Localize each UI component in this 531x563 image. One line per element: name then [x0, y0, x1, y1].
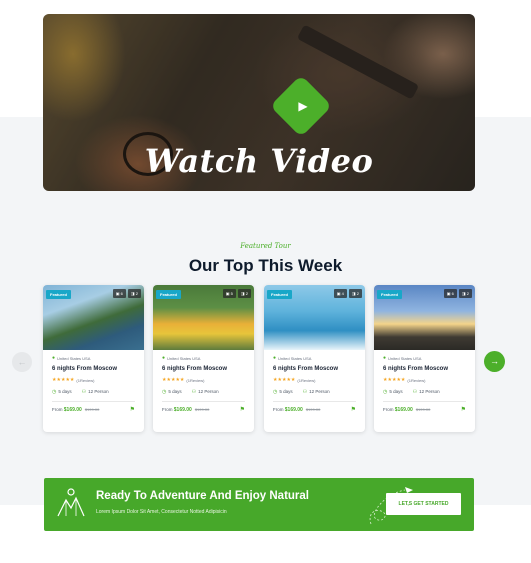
bookmark-icon[interactable]: ⚑: [130, 406, 135, 413]
location-pin-icon: ●: [162, 355, 166, 361]
section-subtitle: Featured Tour: [240, 242, 291, 250]
tour-title[interactable]: 6 nights From Moscow: [383, 366, 466, 372]
video-count: ◨ 2: [127, 289, 141, 298]
star-rating-icon: ★★★★★: [273, 377, 296, 383]
tour-rating: ★★★★★ (1Review): [52, 377, 95, 383]
carousel-next-button[interactable]: →: [484, 351, 505, 372]
person-icon: ⚇: [81, 389, 87, 395]
play-icon[interactable]: ▶: [293, 96, 313, 116]
media-counts: ▣ 6 ◨ 2: [112, 289, 141, 298]
photo-count: ▣ 4: [333, 289, 347, 298]
tour-card[interactable]: Featured ▣ 6 ◨ 2 ● United States USA 6 ni…: [374, 285, 475, 432]
mountain-icon: [57, 488, 85, 517]
tour-old-price: $199.00: [305, 406, 321, 412]
tour-image[interactable]: Featured ▣ 6 ◨ 2: [43, 285, 144, 350]
person-icon: ⚇: [191, 389, 197, 395]
tour-rating: ★★★★★ (1Review): [383, 377, 426, 383]
tour-meta: ◷ 5 days ⚇ 12 Person: [52, 389, 109, 395]
tour-location: ● United States USA: [162, 355, 201, 361]
page: ▶ Watch Video Featured Tour Our Top This…: [0, 0, 531, 563]
bookmark-icon[interactable]: ⚑: [240, 406, 245, 413]
video-count: ◨ 2: [348, 289, 362, 298]
card-divider: [383, 401, 466, 402]
price-row: From $169.00 $199.00 ⚑: [52, 406, 135, 414]
photo-count: ▣ 5: [222, 289, 236, 298]
clock-icon: ◷: [52, 389, 57, 395]
video-count: ◨ 2: [237, 289, 251, 298]
star-rating-icon: ★★★★★: [162, 377, 185, 383]
person-icon: ⚇: [302, 389, 308, 395]
tour-card[interactable]: Featured ▣ 4 ◨ 2 ● United States USA 6 ni…: [264, 285, 365, 432]
photo-count: ▣ 6: [443, 289, 457, 298]
location-pin-icon: ●: [273, 355, 277, 361]
video-banner[interactable]: ▶ Watch Video: [43, 14, 475, 191]
tour-image[interactable]: Featured ▣ 5 ◨ 2: [153, 285, 254, 350]
tour-card[interactable]: Featured ▣ 6 ◨ 2 ● United States USA 6 ni…: [43, 285, 144, 432]
cta-subtitle: Lorem Ipsum Dolor Sit Amet, Consectetur …: [96, 509, 227, 515]
featured-badge: Featured: [46, 290, 71, 299]
card-divider: [162, 401, 245, 402]
tour-location: ● United States USA: [52, 355, 91, 361]
cta-title: Ready To Adventure And Enjoy Natural: [96, 490, 309, 502]
media-counts: ▣ 6 ◨ 2: [443, 289, 472, 298]
bookmark-icon[interactable]: ⚑: [351, 406, 356, 413]
tour-meta: ◷ 5 days ⚇ 12 Person: [162, 389, 219, 395]
featured-badge: Featured: [377, 290, 402, 299]
person-icon: ⚇: [412, 389, 418, 395]
tour-title[interactable]: 6 nights From Moscow: [273, 366, 356, 372]
photo-count: ▣ 6: [112, 289, 126, 298]
tour-rating: ★★★★★ (1Review): [162, 377, 205, 383]
tour-price: $169.00: [63, 406, 82, 413]
tour-card[interactable]: Featured ▣ 5 ◨ 2 ● United States USA 6 ni…: [153, 285, 254, 432]
tour-price: $169.00: [284, 406, 303, 413]
media-counts: ▣ 5 ◨ 2: [222, 289, 251, 298]
clock-icon: ◷: [273, 389, 278, 395]
tour-image[interactable]: Featured ▣ 4 ◨ 2: [264, 285, 365, 350]
tour-location: ● United States USA: [383, 355, 422, 361]
tour-title[interactable]: 6 nights From Moscow: [52, 366, 135, 372]
location-pin-icon: ●: [383, 355, 387, 361]
media-counts: ▣ 4 ◨ 2: [333, 289, 362, 298]
clock-icon: ◷: [162, 389, 167, 395]
featured-badge: Featured: [156, 290, 181, 299]
cta-banner: Ready To Adventure And Enjoy Natural Lor…: [44, 478, 474, 531]
tour-location: ● United States USA: [273, 355, 312, 361]
tour-price: $169.00: [173, 406, 192, 413]
tour-old-price: $199.00: [194, 406, 210, 412]
tour-old-price: $199.00: [415, 406, 431, 412]
card-divider: [273, 401, 356, 402]
location-pin-icon: ●: [52, 355, 56, 361]
tour-image[interactable]: Featured ▣ 6 ◨ 2: [374, 285, 475, 350]
card-divider: [52, 401, 135, 402]
tour-title[interactable]: 6 nights From Moscow: [162, 366, 245, 372]
tour-old-price: $199.00: [84, 406, 100, 412]
star-rating-icon: ★★★★★: [52, 377, 75, 383]
star-rating-icon: ★★★★★: [383, 377, 406, 383]
carousel-prev-button[interactable]: ←: [12, 352, 32, 372]
bookmark-icon[interactable]: ⚑: [461, 406, 466, 413]
tour-meta: ◷ 5 days ⚇ 12 Person: [273, 389, 330, 395]
video-title: Watch Video: [144, 142, 374, 180]
price-row: From $169.00 $199.00 ⚑: [273, 406, 356, 414]
featured-badge: Featured: [267, 290, 292, 299]
video-count: ◨ 2: [458, 289, 472, 298]
tour-price: $169.00: [394, 406, 413, 413]
tour-meta: ◷ 5 days ⚇ 12 Person: [383, 389, 440, 395]
section-title: Our Top This Week: [188, 256, 343, 275]
tour-rating: ★★★★★ (1Review): [273, 377, 316, 383]
clock-icon: ◷: [383, 389, 388, 395]
price-row: From $169.00 $199.00 ⚑: [383, 406, 466, 414]
price-row: From $169.00 $199.00 ⚑: [162, 406, 245, 414]
get-started-button[interactable]: LET,S GET STARTED: [386, 493, 461, 515]
